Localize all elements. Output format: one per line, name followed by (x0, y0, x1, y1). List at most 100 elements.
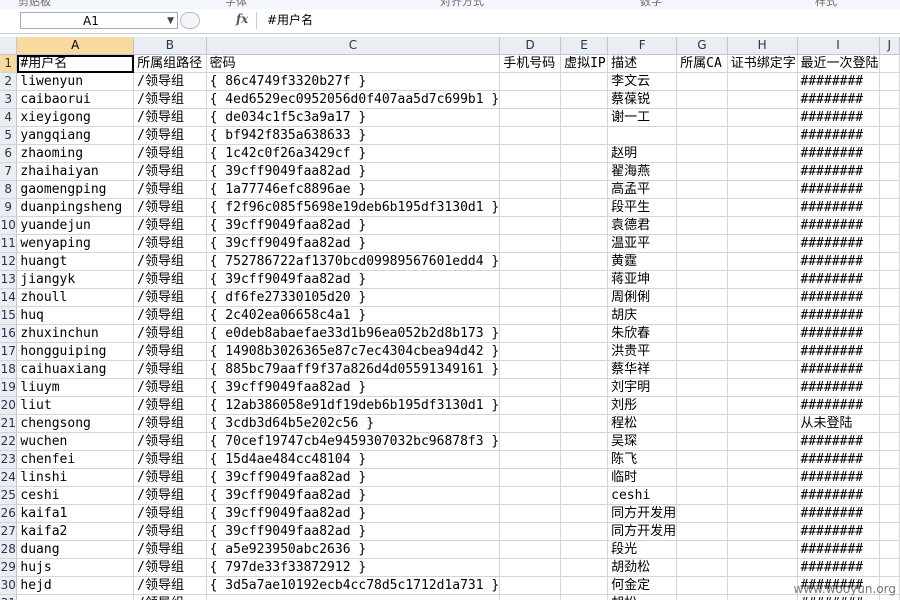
cell-ca[interactable] (676, 126, 728, 145)
cell-cert-binding[interactable] (727, 540, 798, 559)
cell-ca[interactable] (676, 342, 728, 361)
cell-password[interactable]: { f2f96c085f5698e19deb6b195df3130d1 } (206, 198, 501, 217)
cell-description[interactable]: 温亚平 (607, 234, 678, 253)
cell-username[interactable]: liut (16, 396, 135, 415)
cell-username[interactable]: caibaorui (16, 90, 135, 109)
cell-username[interactable]: liwenyun (16, 72, 135, 91)
select-all-corner[interactable] (0, 37, 18, 55)
cell-group-path[interactable]: /领导组 (133, 360, 207, 379)
cell-phone[interactable] (499, 162, 562, 181)
cell-cert-binding[interactable] (727, 252, 798, 271)
cell-password[interactable]: { 2c402ea06658c4a1 } (206, 306, 501, 325)
cell-group-path[interactable]: /领导组 (133, 306, 207, 325)
cell-username[interactable] (16, 594, 135, 600)
cell-phone[interactable] (499, 288, 562, 307)
cell-last-login[interactable]: ######## (797, 468, 880, 487)
cell[interactable] (879, 396, 900, 415)
cell-group-path[interactable]: /领导组 (133, 576, 207, 595)
row-number[interactable]: 12 (0, 252, 18, 271)
cell-group-path[interactable]: /领导组 (133, 378, 207, 397)
cell-virtual-ip[interactable] (560, 90, 609, 109)
cell-cert-binding[interactable] (727, 486, 798, 505)
cell-last-login[interactable]: ######## (797, 558, 880, 577)
cell-group-path[interactable]: /领导组 (133, 540, 207, 559)
row-number[interactable]: 13 (0, 270, 18, 289)
cell-description[interactable]: 吴琛 (607, 432, 678, 451)
cell-description[interactable]: 袁德君 (607, 216, 678, 235)
row-number[interactable]: 7 (0, 162, 18, 181)
cell-last-login[interactable]: ######## (797, 126, 880, 145)
cell-cert-binding[interactable] (727, 342, 798, 361)
cell-last-login[interactable]: ######## (797, 234, 880, 253)
cell-username[interactable]: xieyigong (16, 108, 135, 127)
cell-description[interactable]: 胡松 (607, 594, 678, 600)
cell-virtual-ip[interactable] (560, 432, 609, 451)
cell[interactable] (879, 540, 900, 559)
cell-last-login[interactable]: ######## (797, 432, 880, 451)
cell-phone[interactable] (499, 144, 562, 163)
cell-password[interactable]: { 39cff9049faa82ad } (206, 486, 501, 505)
cell-description[interactable]: 同方开发用 (607, 522, 678, 541)
cell[interactable]: 所属组路径 (133, 54, 207, 73)
cell-group-path[interactable]: /领导组 (133, 486, 207, 505)
row-number[interactable]: 22 (0, 432, 18, 451)
cell-ca[interactable] (676, 198, 728, 217)
cell-ca[interactable] (676, 450, 728, 469)
cell-cert-binding[interactable] (727, 396, 798, 415)
cell-phone[interactable] (499, 126, 562, 145)
cell-description[interactable]: 谢一工 (607, 108, 678, 127)
cell-phone[interactable] (499, 234, 562, 253)
cell-username[interactable]: linshi (16, 468, 135, 487)
cell-username[interactable]: ceshi (16, 486, 135, 505)
cell-last-login[interactable]: ######## (797, 144, 880, 163)
cell-phone[interactable] (499, 432, 562, 451)
cell-description[interactable] (607, 126, 678, 145)
cell-description[interactable]: 黄霆 (607, 252, 678, 271)
cell-virtual-ip[interactable] (560, 144, 609, 163)
cell-password[interactable]: { de034c1f5c3a9a17 } (206, 108, 501, 127)
cell-password[interactable]: { 39cff9049faa82ad } (206, 162, 501, 181)
column-header[interactable]: D (499, 37, 562, 55)
cell-phone[interactable] (499, 378, 562, 397)
cell-username[interactable]: hejd (16, 576, 135, 595)
cell-last-login[interactable]: ######## (797, 522, 880, 541)
cell-virtual-ip[interactable] (560, 450, 609, 469)
cell-password[interactable]: { 885bc79aaff9f37a826d4d05591349161 } (206, 360, 501, 379)
cell-group-path[interactable]: /领导组 (133, 450, 207, 469)
cell-cert-binding[interactable] (727, 144, 798, 163)
cell-last-login[interactable]: ######## (797, 72, 880, 91)
cell-description[interactable]: 翟海燕 (607, 162, 678, 181)
cell-virtual-ip[interactable] (560, 270, 609, 289)
cell-username[interactable]: yangqiang (16, 126, 135, 145)
cell-cert-binding[interactable] (727, 234, 798, 253)
column-header[interactable]: F (607, 37, 678, 55)
cell-virtual-ip[interactable] (560, 162, 609, 181)
row-number[interactable]: 21 (0, 414, 18, 433)
row-number[interactable]: 24 (0, 468, 18, 487)
cell-username[interactable]: hongguiping (16, 342, 135, 361)
cell-last-login[interactable]: ######## (797, 252, 880, 271)
cell-phone[interactable] (499, 306, 562, 325)
cell[interactable] (879, 288, 900, 307)
row-number[interactable]: 14 (0, 288, 18, 307)
cell-cert-binding[interactable] (727, 504, 798, 523)
cell-virtual-ip[interactable] (560, 594, 609, 600)
cell-password[interactable]: { 1a77746efc8896ae } (206, 180, 501, 199)
cell-group-path[interactable]: /领导组 (133, 108, 207, 127)
cell-username[interactable]: kaifa1 (16, 504, 135, 523)
cell-ca[interactable] (676, 486, 728, 505)
cell-password[interactable]: { 86c4749f3320b27f } (206, 72, 501, 91)
cell[interactable] (879, 126, 900, 145)
cell[interactable] (879, 54, 900, 73)
column-header[interactable]: A (16, 37, 135, 55)
cell-username[interactable]: zhaoming (16, 144, 135, 163)
cell-last-login[interactable]: ######## (797, 198, 880, 217)
cell-description[interactable]: 蔡葆锐 (607, 90, 678, 109)
cell-last-login[interactable]: ######## (797, 486, 880, 505)
cell-last-login[interactable]: ######## (797, 504, 880, 523)
cell-username[interactable]: wenyaping (16, 234, 135, 253)
row-number[interactable]: 1 (0, 54, 18, 73)
cell-group-path[interactable]: /领导组 (133, 594, 207, 600)
cell-phone[interactable] (499, 360, 562, 379)
cell-group-path[interactable]: /领导组 (133, 342, 207, 361)
